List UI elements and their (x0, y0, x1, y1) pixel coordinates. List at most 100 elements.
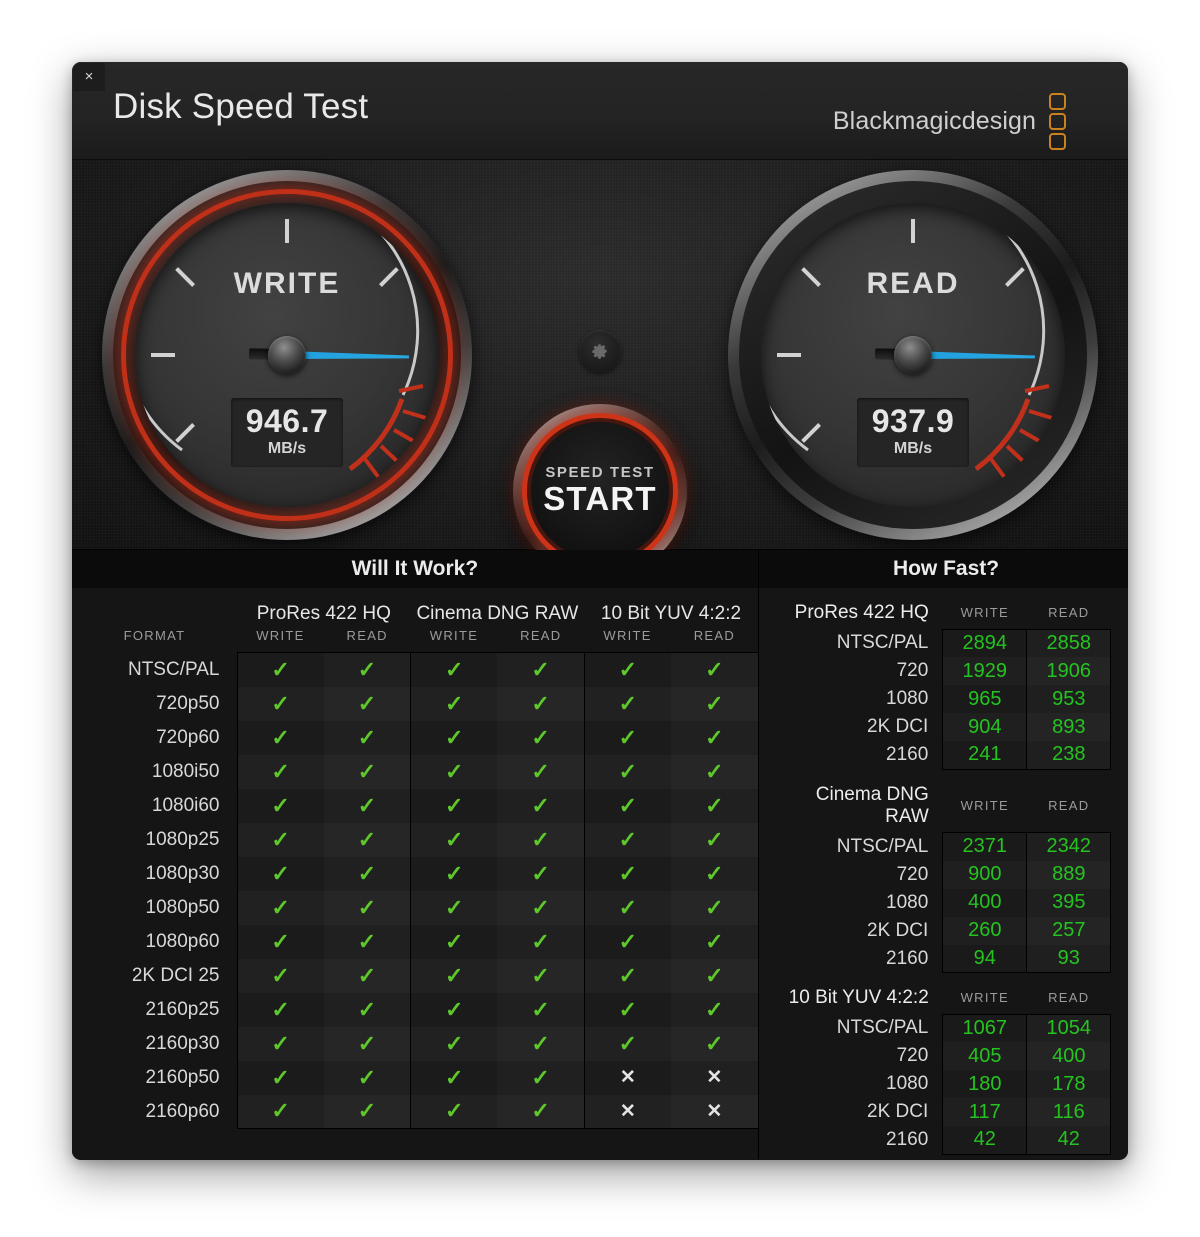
check-icon: ✓ (358, 759, 376, 784)
wiw-cell: ✓ (237, 1061, 324, 1095)
wiw-cell: ✓ (584, 789, 671, 823)
check-icon: ✓ (445, 725, 463, 750)
wiw-cell: ✓ (324, 925, 411, 959)
wiw-cell: ✓ (237, 925, 324, 959)
settings-gear-button[interactable] (579, 330, 621, 372)
how-fast-row-label: 720 (781, 657, 943, 685)
check-icon: ✓ (445, 997, 463, 1022)
wiw-format-label: 720p50 (72, 687, 237, 721)
check-icon: ✓ (445, 793, 463, 818)
check-icon: ✓ (705, 759, 723, 784)
write-gauge: WRITE 946.7 MB/s (102, 170, 472, 540)
how-fast-row-label: 1080 (781, 1070, 943, 1098)
write-unit: MB/s (231, 440, 343, 458)
wiw-cell: ✓ (324, 789, 411, 823)
how-fast-write-header: WRITE (943, 588, 1027, 629)
check-icon: ✓ (619, 929, 637, 954)
read-gauge-face: READ 937.9 MB/s (761, 203, 1065, 507)
check-icon: ✓ (271, 725, 289, 750)
how-fast-read-value: 893 (1027, 713, 1111, 741)
wiw-format-label: 2160p50 (72, 1061, 237, 1095)
check-icon: ✓ (531, 861, 549, 886)
wiw-codec-header-0: ProRes 422 HQ (237, 588, 411, 628)
check-icon: ✓ (445, 827, 463, 852)
brand-name: Blackmagicdesign (833, 107, 1036, 136)
list-item: 2K DCI260257 (781, 917, 1111, 945)
check-icon: ✓ (445, 929, 463, 954)
wiw-cell: ✓ (671, 755, 758, 789)
how-fast-table: 10 Bit YUV 4:2:2WRITEREADNTSC/PAL1067105… (781, 973, 1112, 1155)
how-fast-codec-title: 10 Bit YUV 4:2:2 (781, 973, 943, 1014)
table-row: 720p50✓✓✓✓✓✓ (72, 687, 758, 721)
read-gauge-label: READ (761, 267, 1065, 301)
how-fast-block-0: ProRes 422 HQWRITEREADNTSC/PAL2894285872… (781, 588, 1112, 770)
window-close-button[interactable]: × (73, 63, 105, 91)
write-value: 946.7 (231, 405, 343, 439)
wiw-cell: ✓ (411, 857, 498, 891)
check-icon: ✓ (531, 1098, 549, 1123)
write-gauge-face: WRITE 946.7 MB/s (135, 203, 439, 507)
how-fast-write-value: 241 (943, 741, 1027, 769)
how-fast-write-value: 405 (943, 1042, 1027, 1070)
wiw-cell: ✓ (324, 721, 411, 755)
check-icon: ✓ (271, 895, 289, 920)
wiw-format-label: 720p60 (72, 721, 237, 755)
wiw-cell: ✓ (237, 1095, 324, 1129)
app-title: Disk Speed Test (113, 87, 368, 127)
cross-icon: ✕ (706, 1101, 722, 1122)
wiw-cell: ✓ (411, 1095, 498, 1129)
how-fast-write-value: 2894 (943, 629, 1027, 657)
wiw-cell: ✕ (584, 1061, 671, 1095)
check-icon: ✓ (271, 963, 289, 988)
check-icon: ✓ (619, 725, 637, 750)
wiw-cell: ✓ (324, 1095, 411, 1129)
blackmagic-logo-icon (1049, 93, 1066, 150)
wiw-format-label: 1080p25 (72, 823, 237, 857)
how-fast-read-value: 1906 (1027, 657, 1111, 685)
wiw-cell: ✓ (497, 925, 584, 959)
wiw-format-label: NTSC/PAL (72, 653, 237, 687)
check-icon: ✓ (531, 997, 549, 1022)
write-needle-hub (268, 336, 306, 374)
wiw-cell: ✓ (497, 687, 584, 721)
wiw-cell: ✓ (411, 721, 498, 755)
check-icon: ✓ (705, 997, 723, 1022)
results-area: Will It Work? ProRes 422 HQCinema DNG RA… (72, 550, 1128, 1159)
wiw-cell: ✓ (671, 823, 758, 857)
check-icon: ✓ (705, 657, 723, 682)
check-icon: ✓ (358, 691, 376, 716)
wiw-cell: ✓ (324, 755, 411, 789)
how-fast-row-label: 2K DCI (781, 917, 943, 945)
table-row: 1080p60✓✓✓✓✓✓ (72, 925, 758, 959)
how-fast-read-value: 93 (1027, 945, 1111, 973)
check-icon: ✓ (705, 725, 723, 750)
wiw-cell: ✓ (671, 959, 758, 993)
check-icon: ✓ (705, 963, 723, 988)
wiw-codec-header-2: 10 Bit YUV 4:2:2 (584, 588, 758, 628)
table-row: 1080i60✓✓✓✓✓✓ (72, 789, 758, 823)
check-icon: ✓ (619, 861, 637, 886)
wiw-cell: ✓ (324, 1061, 411, 1095)
wiw-cell: ✓ (497, 1027, 584, 1061)
wiw-cell: ✓ (584, 653, 671, 687)
how-fast-read-value: 257 (1027, 917, 1111, 945)
will-it-work-heading: Will It Work? (72, 550, 758, 588)
wiw-format-label: 1080p60 (72, 925, 237, 959)
check-icon: ✓ (358, 997, 376, 1022)
table-row: 2160p30✓✓✓✓✓✓ (72, 1027, 758, 1061)
table-row: 720p60✓✓✓✓✓✓ (72, 721, 758, 755)
check-icon: ✓ (531, 1031, 549, 1056)
table-row: 1080p30✓✓✓✓✓✓ (72, 857, 758, 891)
how-fast-write-header: WRITE (943, 770, 1027, 833)
wiw-cell: ✓ (411, 653, 498, 687)
wiw-cell: ✓ (324, 891, 411, 925)
wiw-format-label: 2160p25 (72, 993, 237, 1027)
wiw-cell: ✓ (497, 823, 584, 857)
how-fast-write-value: 94 (943, 945, 1027, 973)
check-icon: ✓ (358, 1065, 376, 1090)
how-fast-read-header: READ (1027, 588, 1111, 629)
check-icon: ✓ (271, 1098, 289, 1123)
how-fast-row-label: 1080 (781, 685, 943, 713)
will-it-work-table: ProRes 422 HQCinema DNG RAW10 Bit YUV 4:… (72, 588, 758, 1129)
check-icon: ✓ (705, 1031, 723, 1056)
